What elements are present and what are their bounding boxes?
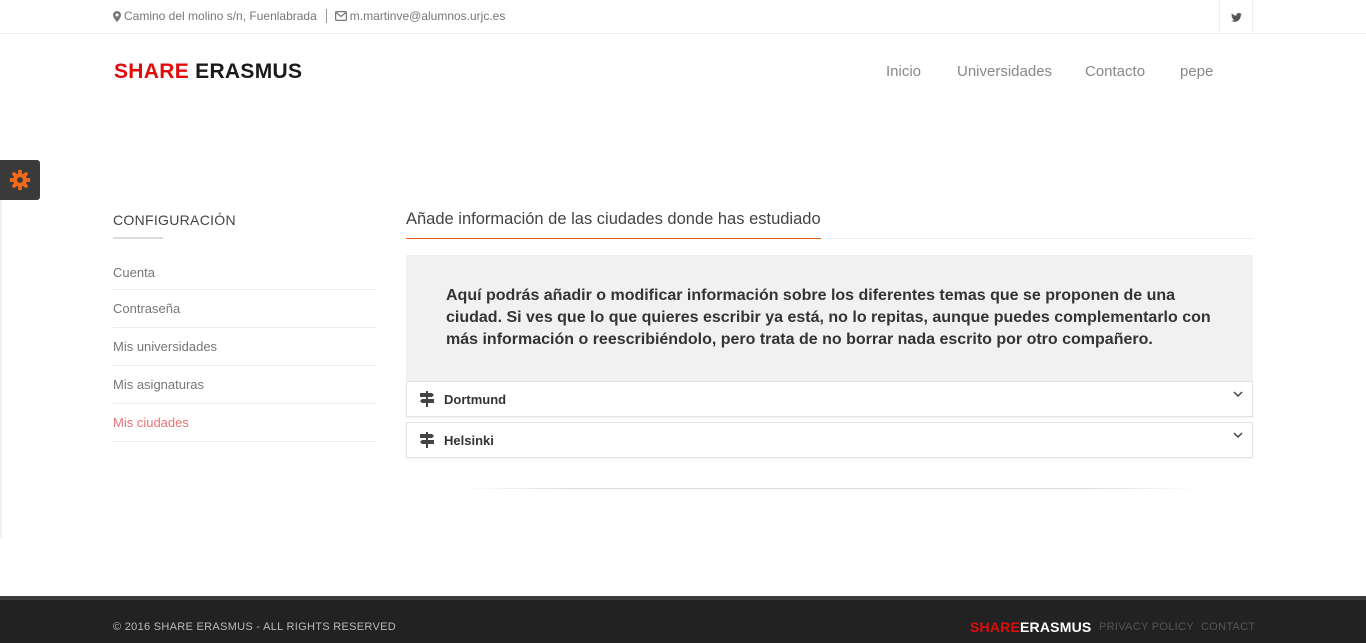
signpost-icon: [420, 432, 434, 448]
map-marker-icon: [113, 10, 121, 22]
copyright: © 2016 SHARE ERASMUS - ALL RIGHTS RESERV…: [113, 621, 396, 633]
info-box: Aquí podrás añadir o modificar informaci…: [406, 255, 1253, 381]
sidebar-item-cuenta[interactable]: Cuenta: [113, 255, 376, 290]
signpost-icon: [420, 391, 434, 407]
sidebar-menu: Cuenta Contraseña Mis universidades Mis …: [113, 255, 376, 442]
logo-erasmus: ERASMUS: [195, 60, 303, 83]
nav-inicio[interactable]: Inicio: [886, 63, 921, 80]
city-accordion-dortmund[interactable]: Dortmund: [406, 381, 1253, 417]
email[interactable]: m.martinve@alumnos.urjc.es: [334, 9, 506, 23]
sidebar-item-mis-asignaturas[interactable]: Mis asignaturas: [113, 366, 376, 404]
sidebar-title: CONFIGURACIÓN: [113, 212, 236, 228]
footer-logo-share: SHARE: [970, 619, 1021, 635]
chevron-down-icon[interactable]: [1233, 431, 1243, 439]
city-accordion-helsinki[interactable]: Helsinki: [406, 422, 1253, 458]
top-bar: Camino del molino s/n, Fuenlabrada m.mar…: [0, 0, 1366, 34]
sidebar-item-contrasena[interactable]: Contraseña: [113, 290, 376, 328]
gear-icon[interactable]: [9, 169, 31, 191]
envelope-icon: [334, 11, 347, 21]
email-text[interactable]: m.martinve@alumnos.urjc.es: [350, 9, 506, 23]
nav-user-pepe[interactable]: pepe: [1180, 63, 1213, 80]
city-name[interactable]: Dortmund: [444, 392, 506, 407]
city-name[interactable]: Helsinki: [444, 433, 494, 448]
chevron-down-icon[interactable]: [1233, 390, 1243, 398]
page-title: Añade información de las ciudades donde …: [406, 210, 821, 239]
footer: © 2016 SHARE ERASMUS - ALL RIGHTS RESERV…: [0, 596, 1366, 643]
sidebar-title-underline: [113, 237, 163, 239]
site-logo[interactable]: SHARE ERASMUS: [114, 60, 302, 84]
nav-universidades[interactable]: Universidades: [957, 63, 1052, 80]
divider: [325, 9, 327, 23]
section-divider: [459, 488, 1200, 489]
sidebar-item-mis-ciudades[interactable]: Mis ciudades: [113, 404, 376, 442]
footer-contact-link[interactable]: CONTACT: [1201, 621, 1255, 633]
settings-toggle-button[interactable]: [0, 160, 40, 200]
logo-share: SHARE: [114, 60, 190, 83]
sidebar-item-mis-universidades[interactable]: Mis universidades: [113, 328, 376, 366]
nav-contacto[interactable]: Contacto: [1085, 63, 1145, 80]
settings-sidebar: CONFIGURACIÓN Cuenta Contraseña Mis univ…: [113, 212, 376, 442]
address-text: Camino del molino s/n, Fuenlabrada: [124, 9, 317, 23]
settings-panel-edge: [0, 200, 2, 538]
contact-info: Camino del molino s/n, Fuenlabrada m.mar…: [113, 9, 505, 23]
twitter-link[interactable]: [1219, 0, 1253, 34]
address: Camino del molino s/n, Fuenlabrada: [113, 9, 317, 23]
footer-logo-erasmus: ERASMUS: [1020, 619, 1092, 635]
privacy-policy-link[interactable]: PRIVACY POLICY: [1099, 621, 1194, 633]
twitter-icon[interactable]: [1230, 12, 1242, 22]
main-content: Añade información de las ciudades donde …: [406, 210, 1253, 489]
footer-logo[interactable]: SHAREERASMUS: [970, 619, 1091, 635]
